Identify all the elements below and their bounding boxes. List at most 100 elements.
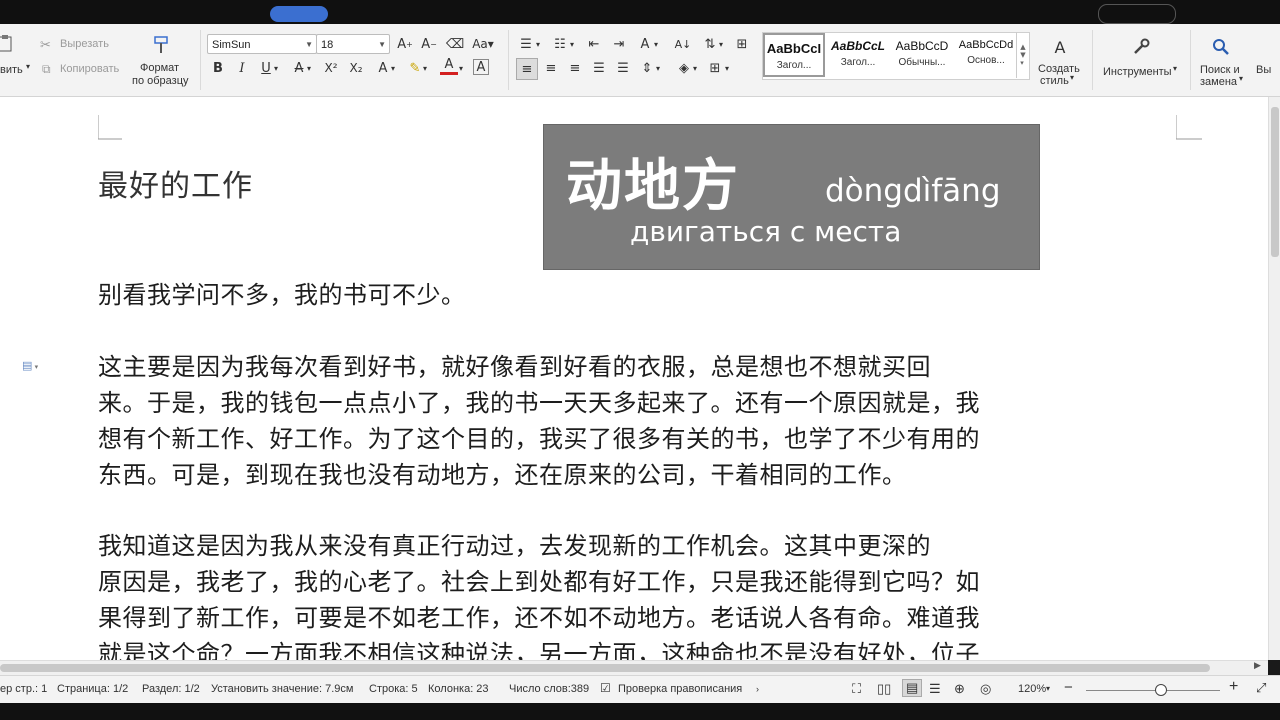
fit-page-icon[interactable]: ⤢ — [1256, 680, 1266, 696]
zoom-slider-thumb[interactable] — [1155, 684, 1167, 696]
superscript-icon[interactable]: X² — [322, 59, 340, 77]
scroll-thumb[interactable] — [0, 664, 1210, 672]
chevron-down-icon[interactable]: ▾ — [651, 35, 661, 53]
find-replace-label-2[interactable]: замена — [1200, 76, 1237, 88]
align-center-icon[interactable]: ≡ — [542, 59, 560, 77]
copy-button[interactable]: Копировать — [60, 63, 119, 75]
wrench-icon[interactable] — [1130, 36, 1152, 58]
chevron-down-icon[interactable]: ▾ — [388, 59, 398, 77]
zoom-out-icon[interactable]: − — [1064, 679, 1073, 696]
style-name: Обычны... — [898, 57, 946, 68]
spellcheck-icon: ☑ — [600, 681, 611, 695]
subscript-icon[interactable]: X₂ — [347, 59, 365, 77]
fullscreen-icon[interactable]: ⛶ — [852, 681, 861, 697]
active-tab-indicator[interactable] — [270, 6, 328, 22]
status-set-value[interactable]: Установить значение: 7.9см — [211, 683, 353, 695]
chevron-down-icon[interactable]: ▾ — [1239, 74, 1243, 83]
chevron-down-icon[interactable]: ▾ — [653, 59, 663, 77]
style-heading-2[interactable]: AaBbCcL Загол... — [827, 33, 889, 77]
account-button[interactable] — [1098, 4, 1176, 24]
chevron-down-icon[interactable]: ▾ — [1173, 64, 1177, 73]
status-spellcheck[interactable]: Проверка правописания — [618, 683, 742, 695]
paragraph-options-icon[interactable]: ▤ ▾ — [22, 359, 46, 375]
chevron-down-icon[interactable]: ▼ — [305, 35, 313, 55]
margin-corner-top-right — [1176, 115, 1202, 140]
vocabulary-card: 动地方 dòngdìfāng двигаться с места — [543, 124, 1040, 270]
style-normal[interactable]: AaBbCcD Обычны... — [891, 33, 953, 77]
chevron-down-icon[interactable]: ▾ — [456, 59, 466, 77]
distribute-icon[interactable]: ☰ — [614, 59, 632, 77]
change-case-icon[interactable]: Aa▾ — [472, 35, 494, 53]
chevron-down-icon[interactable]: ▾ — [304, 59, 314, 77]
format-painter-icon[interactable] — [152, 36, 170, 54]
align-right-icon[interactable]: ≡ — [566, 59, 584, 77]
cut-button[interactable]: Вырезать — [60, 38, 109, 50]
vertical-scrollbar[interactable] — [1268, 97, 1280, 660]
style-body[interactable]: AaBbCcDd Основ... — [955, 33, 1017, 77]
chevron-down-icon[interactable]: ▾ — [1046, 684, 1050, 693]
char-border-icon[interactable]: A — [473, 59, 489, 75]
chevron-down-icon[interactable]: ▾ — [271, 59, 281, 77]
decrease-indent-icon[interactable]: ⇤ — [585, 35, 603, 53]
clear-format-icon[interactable]: ⌫ — [446, 35, 464, 53]
tools-button[interactable]: Инструменты — [1103, 66, 1172, 78]
style-name: Загол... — [776, 60, 812, 71]
sort-icon[interactable]: A↓ — [674, 35, 692, 53]
status-column[interactable]: Колонка: 23 — [428, 683, 489, 695]
zoom-in-icon[interactable]: + — [1229, 678, 1238, 696]
shrink-font-icon[interactable]: A − — [420, 35, 438, 53]
web-view-icon[interactable]: ⊕ — [954, 681, 965, 697]
ribbon-separator — [508, 30, 509, 90]
style-sample: AaBbCcD — [895, 39, 949, 53]
status-bar: ер стр.: 1 Страница: 1/2 Раздел: 1/2 Уст… — [0, 675, 1280, 704]
bold-icon[interactable]: B — [209, 59, 227, 77]
text-line: 别看我学问不多，我的书可不少。 — [98, 281, 466, 309]
grow-font-icon[interactable]: A + — [396, 35, 414, 53]
align-left-icon[interactable]: ≡ — [516, 58, 538, 80]
status-word-count[interactable]: Число слов:389 — [509, 683, 589, 695]
chevron-down-icon[interactable]: ▼ — [378, 35, 386, 55]
increase-indent-icon[interactable]: ⇥ — [610, 35, 628, 53]
status-pages[interactable]: ер стр.: 1 — [0, 683, 47, 695]
chevron-right-icon[interactable]: › — [756, 684, 759, 694]
font-size-combobox[interactable]: 18 ▼ — [316, 34, 390, 54]
chevron-down-icon[interactable]: ▾ — [690, 59, 700, 77]
status-line[interactable]: Строка: 5 — [369, 683, 418, 695]
outline-view-icon[interactable]: ☰ — [929, 681, 941, 697]
status-section[interactable]: Раздел: 1/2 — [142, 683, 200, 695]
page-view-icon[interactable]: ▤ — [902, 679, 923, 697]
paste-button-label[interactable]: вить — [0, 64, 23, 76]
style-heading-1[interactable]: AaBbCcI Загол... — [763, 33, 825, 77]
eye-protect-icon[interactable]: ◎ — [980, 681, 991, 697]
scroll-thumb[interactable] — [1271, 107, 1279, 257]
format-painter-label-1[interactable]: Формат — [140, 62, 179, 74]
chevron-down-icon[interactable]: ▾ — [1070, 73, 1074, 82]
status-page[interactable]: Страница: 1/2 — [57, 683, 128, 695]
title-bar — [0, 0, 1280, 24]
find-replace-label-1[interactable]: Поиск и — [1200, 64, 1240, 76]
chevron-down-icon[interactable]: ▾ — [533, 35, 543, 53]
read-mode-icon[interactable]: ▯▯ — [877, 681, 891, 697]
format-painter-label-2[interactable]: по образцу — [132, 75, 189, 87]
chevron-down-icon[interactable]: ▾ — [567, 35, 577, 53]
paste-icon[interactable] — [0, 34, 14, 52]
create-style-label-2[interactable]: стиль — [1040, 75, 1069, 87]
create-style-icon[interactable]: A — [1049, 36, 1071, 58]
search-icon[interactable] — [1210, 36, 1232, 58]
zoom-value[interactable]: 120% — [1018, 683, 1046, 695]
zoom-slider-track[interactable] — [1086, 684, 1220, 696]
chevron-down-icon[interactable]: ▾ — [722, 59, 732, 77]
horizontal-scrollbar[interactable]: ▶ — [0, 660, 1268, 675]
scroll-right-icon[interactable]: ▶ — [1254, 661, 1261, 671]
italic-icon[interactable]: I — [233, 59, 251, 77]
text-line: 我知道这是因为我从来没有真正行动过，去发现新的工作机会。这其中更深的 — [98, 532, 931, 560]
font-name-combobox[interactable]: SimSun ▼ — [207, 34, 317, 54]
styles-scroll-icon[interactable]: ▲ ▼ ▾ — [1016, 32, 1029, 78]
paste-dropdown-arrow[interactable]: ▾ — [26, 62, 30, 71]
chevron-down-icon[interactable]: ▾ — [716, 35, 726, 53]
more-button[interactable]: Вы — [1256, 64, 1271, 76]
table-grid-icon[interactable]: ⊞ — [733, 35, 751, 53]
chevron-down-icon[interactable]: ▾ — [420, 59, 430, 77]
document-page[interactable]: 最好的工作 动地方 dòngdìfāng двигаться с места 别… — [0, 97, 1268, 660]
justify-icon[interactable]: ☰ — [590, 59, 608, 77]
